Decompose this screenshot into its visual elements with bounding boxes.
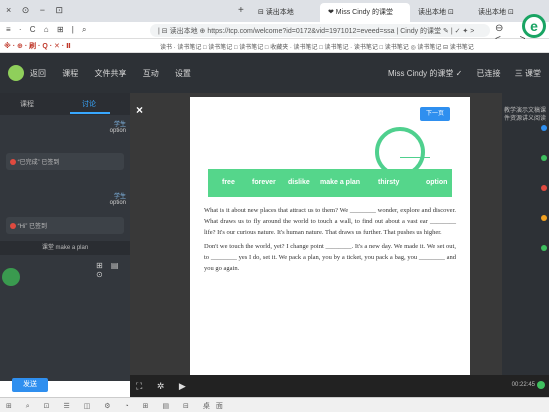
- control-bar: ⛶ ✲ ▶ 00:22:45: [130, 375, 549, 397]
- right-edge-icons: [539, 95, 549, 365]
- tab-3[interactable]: 读出本地 ⊡: [410, 3, 470, 22]
- chat-bubble-text: “已完成” 已签到: [17, 160, 60, 166]
- taskbar: ⊞ ⌕ ⊡ ☰ ◫ ⚙ ◔ ⊞ ▤ ⊟ 桌面: [0, 397, 549, 412]
- tab-1[interactable]: ⊟ 读出本地: [250, 3, 320, 22]
- app-menu: 返回 课程 文件共享 互动 设置: [30, 68, 205, 79]
- tab-discussion[interactable]: 讨论: [82, 99, 96, 109]
- chat-sender: 学生: [113, 122, 126, 128]
- tab-strip: × ⊙ − ⊡ + ⊟ 读出本地 ❤ Miss Cindy 的课堂 读出本地 ⊡…: [0, 0, 549, 22]
- classroom-menu[interactable]: 三 课堂: [515, 69, 541, 78]
- chat-bubble-text: “Hi” 已签到: [17, 224, 48, 230]
- new-tab-button[interactable]: +: [238, 5, 244, 16]
- bookmarks-left-icons[interactable]: ※ · ⊕ · 刷 · Q · ✕ · Ⅱ: [4, 41, 71, 51]
- passage-paragraph: What is it about new places that attract…: [204, 207, 456, 236]
- bookmark-items[interactable]: 读书 · 读书笔记 □ 读书笔记 □ 读书笔记 □ 收藏夹 · 读书笔记 □ 读…: [160, 42, 474, 51]
- exercise-page: 下一页 option thirsty make a plan dislike f…: [190, 97, 470, 375]
- bookmarks-bar: ※ · ⊕ · 刷 · Q · ✕ · Ⅱ 读书 · 读书笔记 □ 读书笔记 □…: [0, 39, 549, 53]
- blue-dot-icon[interactable]: [541, 125, 547, 131]
- passage-paragraph: Don't we touch the world, yet? I change …: [204, 243, 456, 272]
- word-make-a-plan: make a plan: [320, 179, 361, 186]
- app-header: 返回 课程 文件共享 互动 设置 Miss Cindy 的课堂 ✓ 已连接 三 …: [0, 53, 549, 93]
- timer: 00:22:45: [511, 382, 535, 388]
- menu-item-interact[interactable]: 互动: [143, 69, 159, 78]
- chat-text: option: [109, 128, 126, 134]
- green-dot-icon[interactable]: [541, 155, 547, 161]
- url-field[interactable]: | ⊟ 读出本地 ⊕ https://tcp.com/welcome?id=01…: [150, 24, 490, 37]
- left-panel: 课程 讨论 学生 option “已完成” 已签到 学生 option “Hi”…: [0, 93, 130, 392]
- active-tab-indicator: [70, 112, 110, 114]
- chat-bubble: “已完成” 已签到: [6, 153, 124, 170]
- word-dislike: dislike: [288, 179, 310, 186]
- taskbar-items[interactable]: ⊞ ⌕ ⊡ ☰ ◫ ⚙ ◔ ⊞ ▤ ⊟ 桌面: [6, 401, 229, 411]
- next-page-button[interactable]: 下一页: [420, 107, 450, 121]
- orange-dot-icon[interactable]: [541, 215, 547, 221]
- chat-sender: 学生: [113, 194, 126, 200]
- close-icon[interactable]: ×: [136, 103, 143, 117]
- word-free: free: [222, 179, 235, 186]
- menu-item-course[interactable]: 课程: [62, 69, 78, 78]
- extension-logo-icon[interactable]: e: [522, 14, 546, 38]
- room-title: 课堂 make a plan: [0, 241, 130, 255]
- tab-active[interactable]: ❤ Miss Cindy 的课堂: [320, 3, 410, 22]
- chat-bubble: “Hi” 已签到: [6, 217, 124, 234]
- window-controls[interactable]: × ⊙ − ⊡: [6, 5, 67, 16]
- card-header: 下一页: [190, 97, 470, 127]
- pin-icon: [10, 223, 16, 230]
- menu-item-back[interactable]: 返回: [30, 69, 46, 78]
- control-icons[interactable]: ⛶ ✲ ▶: [136, 381, 192, 392]
- user-area: Miss Cindy 的课堂 ✓ 已连接 三 课堂: [376, 68, 541, 79]
- tab-course[interactable]: 课程: [20, 99, 34, 109]
- red-dot-icon[interactable]: [541, 185, 547, 191]
- chat-tool-icons[interactable]: ⊞ ▤ ⊙: [96, 261, 130, 279]
- chat-text: option: [109, 200, 126, 206]
- word-thirsty: thirsty: [378, 179, 400, 186]
- send-button[interactable]: 发送: [12, 378, 48, 392]
- status-indicator-icon: [537, 381, 545, 389]
- decorative-line: [400, 157, 430, 158]
- chat-item: 学生 option: [6, 119, 126, 134]
- pin-icon: [10, 159, 16, 166]
- green-dot-icon[interactable]: [541, 245, 547, 251]
- menu-item-files[interactable]: 文件共享: [94, 69, 126, 78]
- menu-item-settings[interactable]: 设置: [175, 69, 191, 78]
- app-logo-icon: [8, 65, 24, 81]
- word-bank: option thirsty make a plan dislike forev…: [208, 169, 452, 197]
- address-bar: ≡ · C ⌂ ⊞ | ⌕ | ⊟ 读出本地 ⊕ https://tcp.com…: [0, 22, 549, 45]
- connection-status: 已连接: [476, 69, 501, 78]
- left-tabs: 课程 讨论: [0, 93, 130, 115]
- toolbar-left-buttons[interactable]: ≡ · C ⌂ ⊞ | ⌕: [6, 25, 90, 35]
- tab-4[interactable]: 读出本地 ⊡: [470, 3, 530, 22]
- avatar[interactable]: [2, 268, 20, 286]
- word-forever: forever: [252, 179, 276, 186]
- word-option: option: [426, 179, 448, 186]
- cloze-passage: What is it about new places that attract…: [204, 205, 456, 277]
- chat-item: 学生 option: [6, 191, 126, 206]
- classroom-title[interactable]: Miss Cindy 的课堂 ✓: [388, 69, 462, 78]
